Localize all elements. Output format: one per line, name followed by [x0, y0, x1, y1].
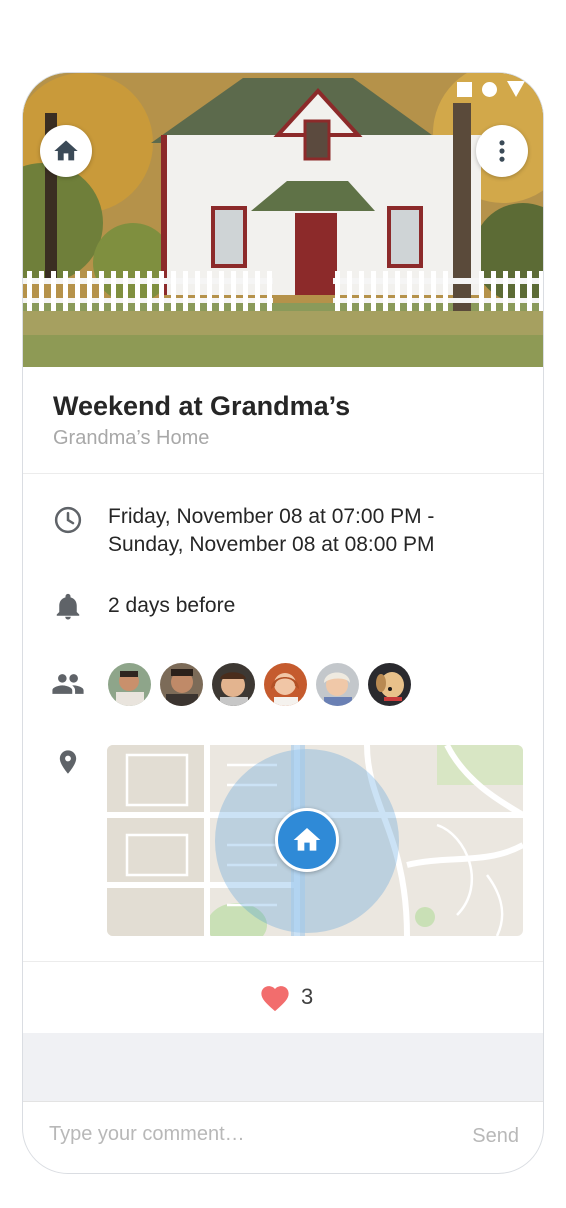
event-header: Weekend at Grandma’s Grandma’s Home: [23, 367, 543, 474]
send-button[interactable]: Send: [472, 1125, 519, 1148]
heart-icon: [261, 986, 289, 1012]
home-button[interactable]: [40, 125, 92, 177]
home-marker-icon: [293, 828, 321, 851]
clock-icon: [51, 503, 85, 537]
event-datetime: Friday, November 08 at 07:00 PM - Sunday…: [108, 503, 434, 559]
pin-icon: [51, 745, 85, 779]
guest-avatar[interactable]: [108, 663, 151, 706]
home-icon: [54, 140, 78, 161]
more-vertical-icon: [499, 140, 505, 162]
status-triangle-icon: [507, 81, 525, 97]
likes-bar: 3: [23, 961, 543, 1035]
like-button[interactable]: 3: [258, 982, 313, 1012]
guest-avatar[interactable]: [212, 663, 255, 706]
guest-avatar[interactable]: [160, 663, 203, 706]
likes-count: 3: [301, 984, 314, 1009]
status-square-icon: [457, 81, 472, 97]
event-reminder[interactable]: 2 days before: [108, 592, 235, 620]
people-icon: [51, 667, 85, 701]
comment-bar: Send: [23, 1101, 543, 1173]
event-start-time: Friday, November 08 at 07:00 PM -: [108, 505, 435, 528]
bell-icon: [51, 590, 85, 624]
guest-avatar[interactable]: [368, 663, 411, 706]
guest-avatar[interactable]: [264, 663, 307, 706]
event-title: Weekend at Grandma’s: [53, 391, 351, 421]
guest-list: [108, 663, 411, 706]
guest-avatar[interactable]: [316, 663, 359, 706]
status-bar: [457, 81, 525, 97]
event-cover-image: [23, 73, 543, 367]
location-map[interactable]: [107, 745, 523, 936]
status-circle-icon: [482, 81, 497, 97]
phone-frame: Weekend at Grandma’s Grandma’s Home Frid…: [22, 72, 544, 1174]
event-location-name: Grandma’s Home: [53, 427, 210, 449]
comment-input[interactable]: [47, 1122, 411, 1147]
comments-area: [23, 1033, 543, 1101]
event-end-time: Sunday, November 08 at 08:00 PM: [108, 533, 435, 556]
more-options-button[interactable]: [476, 125, 528, 177]
map-marker[interactable]: [275, 808, 339, 872]
